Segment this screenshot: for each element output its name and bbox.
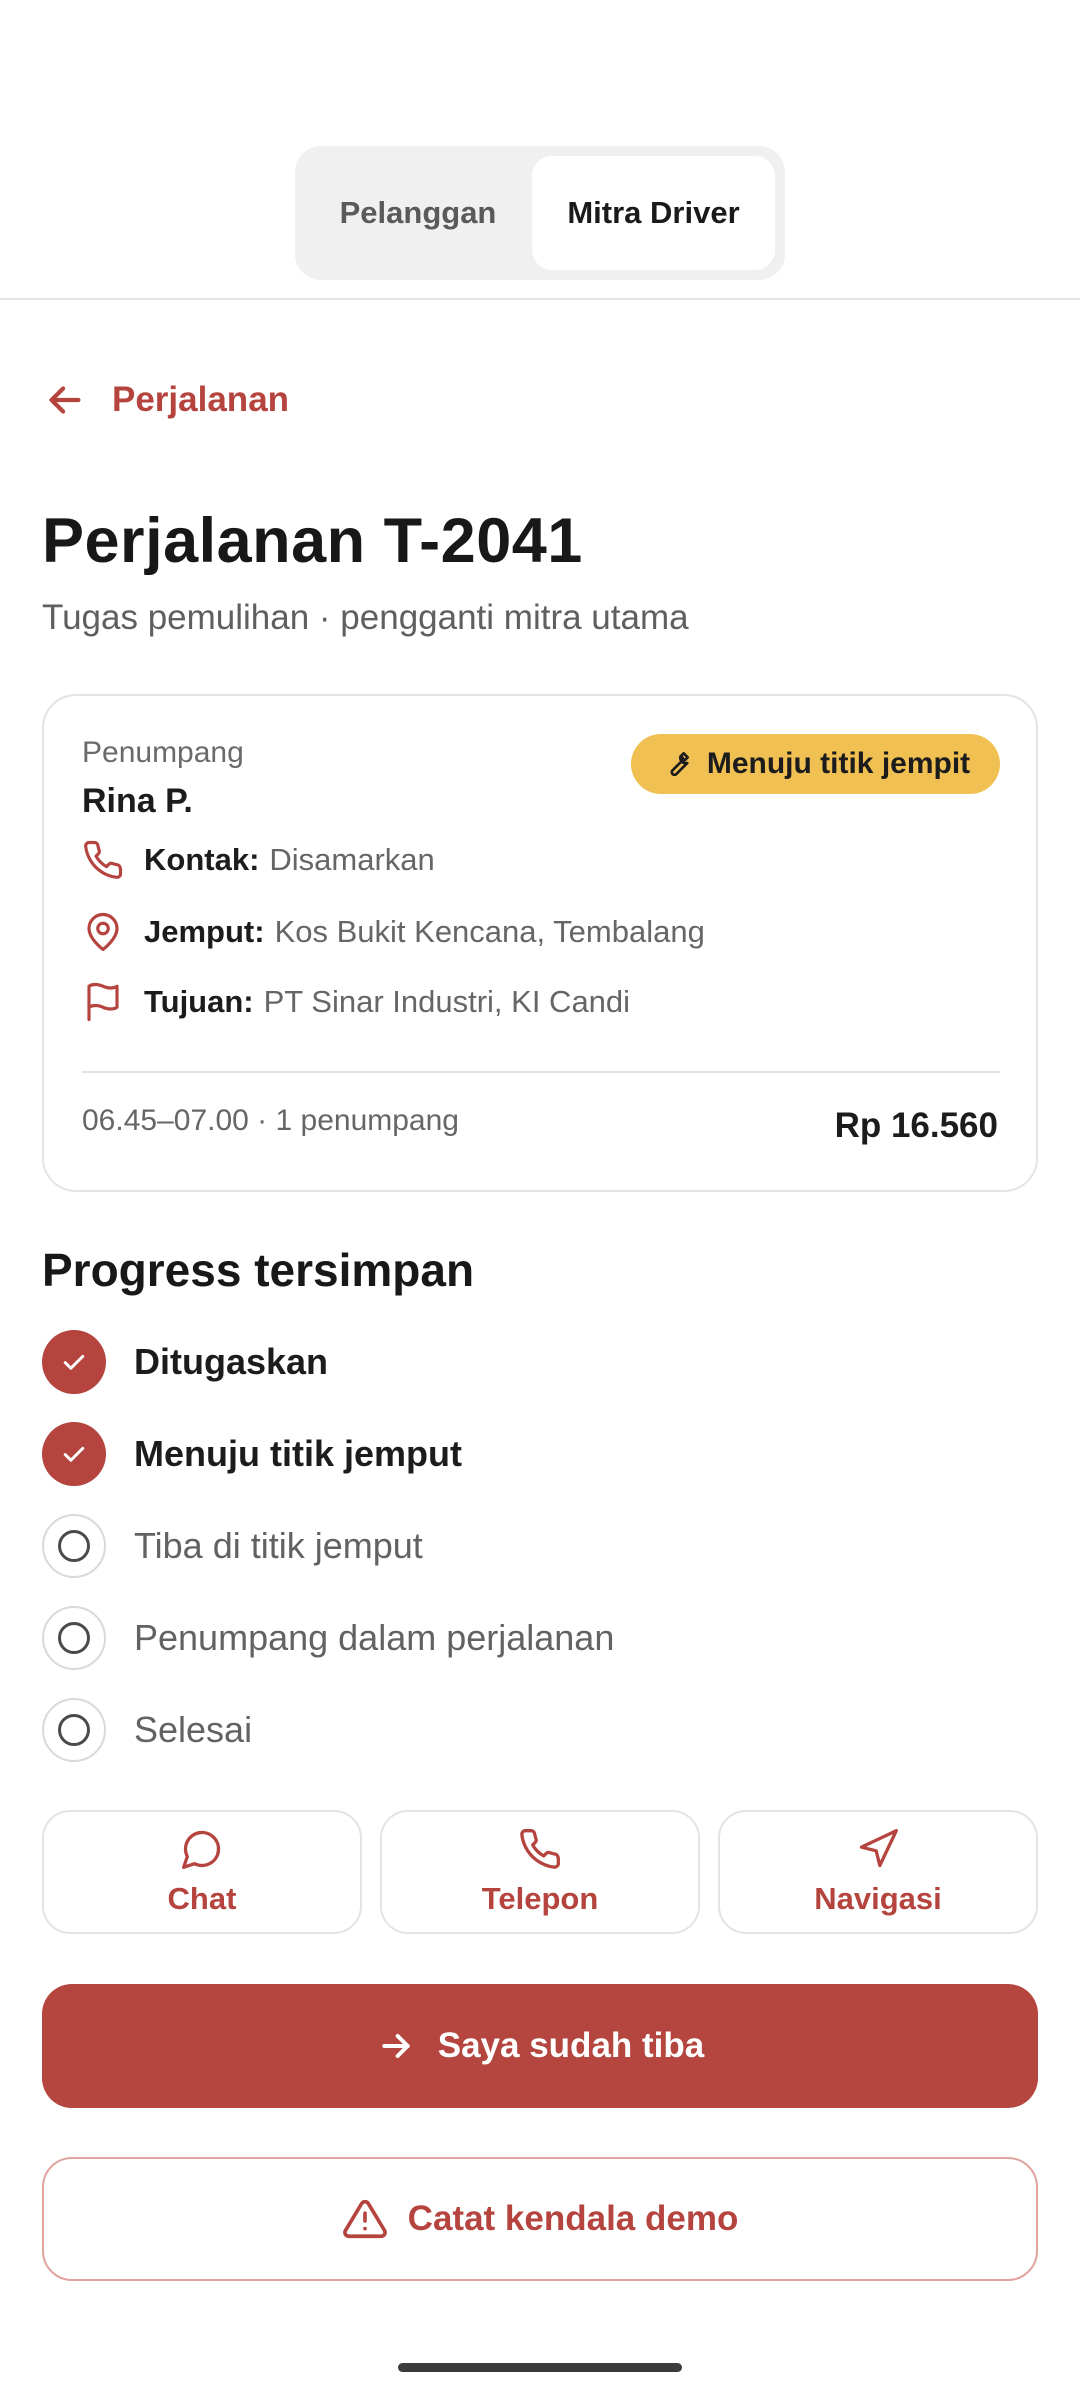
arrow-right-icon [382,2034,410,2058]
progress-step: Selesai [42,1698,252,1762]
phone-icon [84,840,123,879]
flag-icon [87,982,119,1022]
phone-icon [520,1829,560,1869]
navigate-button[interactable]: Navigasi [718,1810,1038,1934]
circle-icon [42,1698,106,1762]
header-divider [0,298,1080,300]
pickup-row: Jemput: Kos Bukit Kencana, Tembalang [82,910,705,954]
progress-step: Ditugaskan [42,1330,328,1394]
segment-pelanggan[interactable]: Pelanggan [305,156,531,270]
progress-title: Progress tersimpan [42,1244,475,1296]
navigate-button-label: Navigasi [814,1881,942,1916]
check-icon [63,1446,85,1462]
pickup-value: Kos Bukit Kencana, Tembalang [274,914,705,949]
navigation-arrow-icon [859,1829,898,1868]
page-title: Perjalanan T-2041 [42,506,583,576]
step-label: Selesai [134,1709,253,1750]
card-divider [82,1071,1000,1073]
chat-button-label: Chat [167,1881,237,1916]
back-link[interactable]: Perjalanan [42,370,289,430]
step-label: Menuju titik jemput [134,1433,462,1474]
circle-icon [42,1606,106,1670]
progress-step: Menuju titik jemput [42,1422,462,1486]
page-subtitle: Tugas pemulihan · pengganti mitra utama [42,598,689,637]
back-link-label: Perjalanan [112,380,290,419]
status-badge: Menuju titik jempit [631,734,1000,794]
status-badge-label: Menuju titik jempit [706,747,971,780]
passenger-label: Penumpang [82,736,244,769]
segment-mitra-driver[interactable]: Mitra Driver [532,156,775,270]
arrived-button-label: Saya sudah tiba [437,2026,705,2065]
arrived-button[interactable]: Saya sudah tiba [42,1984,1038,2108]
map-pin-icon [87,913,119,952]
chat-bubble-icon [182,1830,221,1869]
circle-icon [42,1514,106,1578]
fare-price: Rp 16.560 [834,1106,998,1145]
step-done-indicator [42,1422,106,1486]
step-label: Penumpang dalam perjalanan [134,1617,615,1658]
passenger-name: Rina P. [82,782,193,820]
destination-row: Tujuan: PT Sinar Industri, KI Candi [82,980,630,1024]
warning-triangle-icon [342,2199,387,2239]
chat-button[interactable]: Chat [42,1810,362,1934]
contact-key: Kontak: [144,842,260,877]
step-label: Tiba di titik jemput [134,1525,423,1566]
progress-step: Tiba di titik jemput [42,1514,423,1578]
check-icon [63,1354,85,1370]
arrow-left-icon [49,386,81,414]
step-done-indicator [42,1330,106,1394]
contact-value: Disamarkan [269,842,435,877]
home-indicator[interactable] [398,2363,682,2372]
pickup-key: Jemput: [144,914,265,949]
trip-card: Penumpang Rina P. Menuju titik jempit Ko… [42,694,1038,1192]
step-label: Ditugaskan [134,1341,329,1382]
phone-button-label: Telepon [481,1881,599,1916]
report-issue-button[interactable]: Catat kendala demo [42,2157,1038,2281]
destination-value: PT Sinar Industri, KI Candi [263,984,631,1019]
report-issue-button-label: Catat kendala demo [407,2199,739,2238]
contact-row: Kontak: Disamarkan [82,838,435,882]
wrench-icon [670,752,689,777]
phone-button[interactable]: Telepon [380,1810,700,1934]
schedule-text: 06.45–07.00 · 1 penumpang [82,1104,459,1137]
role-segmented-control: Pelanggan Mitra Driver [295,146,785,280]
progress-step: Penumpang dalam perjalanan [42,1606,614,1670]
destination-key: Tujuan: [144,984,254,1019]
